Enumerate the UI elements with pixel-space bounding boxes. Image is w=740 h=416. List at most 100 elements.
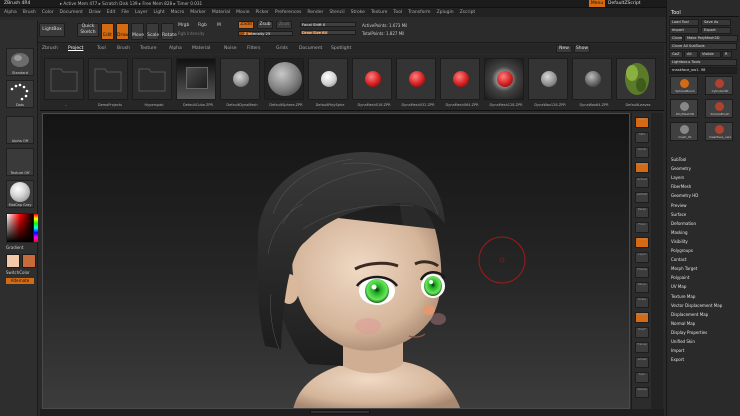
subpalette-polypaint[interactable]: Polypaint	[671, 274, 689, 281]
menu-light[interactable]: Light	[153, 8, 164, 17]
shelf-lsym-button[interactable]: Lsym	[635, 252, 649, 263]
lightbox-tab-zbrush[interactable]: Zbrush	[42, 45, 58, 53]
lightbox-tab-grids[interactable]: Grids	[276, 45, 288, 53]
subpalette-fibermesh[interactable]: FiberMesh	[671, 183, 691, 190]
quick-sketch-button[interactable]: Quick Sketch	[77, 23, 99, 37]
save-as-button[interactable]: Save As	[701, 19, 731, 26]
move-button[interactable]: Move	[131, 23, 144, 40]
menu-brush[interactable]: Brush	[23, 8, 36, 17]
edit-button[interactable]: Edit	[101, 23, 114, 40]
shelf-polyf-button[interactable]: PolyF	[635, 327, 649, 338]
lightbox-item[interactable]: DemoProjects	[88, 58, 128, 107]
hue-strip[interactable]	[34, 214, 38, 242]
menu-preferences[interactable]: Preferences	[275, 8, 301, 17]
shelf-rotate-button[interactable]: Rotate	[635, 312, 649, 323]
shelf-persp-button[interactable]: Persp	[635, 207, 649, 218]
goz-button[interactable]: GoZ	[669, 51, 683, 58]
subpalette-uv-map[interactable]: UV Map	[671, 283, 686, 290]
zadd-button[interactable]: Zadd	[238, 21, 254, 29]
lightbox-tab-filters[interactable]: Filters	[247, 45, 261, 53]
lightbox-item[interactable]: DynaMesh128.ZPR	[484, 58, 524, 107]
shelf-scale-button[interactable]: Scale	[635, 297, 649, 308]
rotate-button[interactable]: Rotate	[161, 23, 177, 40]
shelf-transp-button[interactable]: Transp	[635, 342, 649, 353]
menu-picker[interactable]: Picker	[255, 8, 268, 17]
menu-edit[interactable]: Edit	[107, 8, 116, 17]
lightbox-item[interactable]: Hyperspab	[132, 58, 172, 107]
material-selector[interactable]: MatCap Gray	[6, 180, 34, 208]
subpalette-geometry-hd[interactable]: Geometry HD	[671, 192, 698, 199]
subpalette-geometry[interactable]: Geometry	[671, 165, 691, 172]
bottom-scrollbar[interactable]	[310, 410, 370, 414]
all-button[interactable]: All	[684, 51, 698, 58]
menu-stencil[interactable]: Stencil	[329, 8, 344, 17]
menu-render[interactable]: Render	[307, 8, 323, 17]
shelf-zoom-button[interactable]: Zoom	[635, 162, 649, 173]
subpalette-unified-skin[interactable]: Unified Skin	[671, 338, 695, 345]
import-button[interactable]: Import	[669, 27, 699, 34]
lightbox-item[interactable]: DynaWax64.ZPR	[572, 58, 612, 107]
subpalette-masking[interactable]: Masking	[671, 229, 688, 236]
lightbox-item[interactable]: DynaMesh016.ZPR	[352, 58, 392, 107]
subpalette-displacement-map[interactable]: Displacement Map	[671, 311, 708, 318]
menu-macro[interactable]: Macro	[171, 8, 185, 17]
lightbox-item[interactable]: DefaultSphere.ZPR	[264, 58, 304, 107]
tool-thumbnail[interactable]: SphereBrush	[670, 76, 698, 95]
draw-button[interactable]: Draw	[116, 23, 129, 40]
lightbox-tab-material[interactable]: Material	[192, 45, 210, 53]
lightbox-item[interactable]: DynaMesh032.ZPR	[396, 58, 436, 107]
alpha-selector[interactable]: Alpha Off	[6, 116, 34, 144]
shelf-move-button[interactable]: Move	[635, 282, 649, 293]
menu-file[interactable]: File	[121, 8, 129, 17]
lightbox-tab-project[interactable]: Project	[68, 45, 83, 53]
z-intensity-slider[interactable]: Z Intensity 25	[238, 31, 293, 36]
primary-color-swatch[interactable]	[6, 254, 20, 268]
subpalette-visibility[interactable]: Visibility	[671, 238, 688, 245]
gradient-label[interactable]: Gradient	[6, 245, 23, 250]
lightbox-tab-noise[interactable]: Noise	[224, 45, 236, 53]
tool-thumbnail[interactable]: Cylinder3D	[705, 76, 733, 95]
lightbox-item[interactable]: DefaultPolySphe	[308, 58, 348, 107]
lightbox-item[interactable]: DefaultLeaves	[616, 58, 656, 107]
shelf-ghost-button[interactable]: Ghost	[635, 357, 649, 368]
clone-all-subtools-button[interactable]: Clone All SubTools	[669, 43, 737, 50]
lightbox-item[interactable]: DynaWax128.ZPR	[528, 58, 568, 107]
zcut-button[interactable]: Zcut	[276, 21, 292, 29]
menu-texture[interactable]: Texture	[371, 8, 387, 17]
subpalette-polygroups[interactable]: Polygroups	[671, 247, 693, 254]
tool-thumbnail[interactable]: SimpleBrush	[705, 99, 733, 118]
shelf-floor-button[interactable]: Floor	[635, 222, 649, 233]
lightbox-tab-alpha[interactable]: Alpha	[169, 45, 182, 53]
menu-draw[interactable]: Draw	[89, 8, 101, 17]
shelf-xpose-button[interactable]: Xpose	[635, 387, 649, 398]
zsub-button[interactable]: Zsub	[257, 21, 273, 29]
subpalette-morph-target[interactable]: Morph Target	[671, 265, 697, 272]
menu-marker[interactable]: Marker	[190, 8, 206, 17]
lightbox-new-button[interactable]: New	[556, 45, 572, 53]
visible-button[interactable]: Visible	[699, 51, 721, 58]
viewport-canvas[interactable]	[42, 113, 630, 409]
subpalette-surface[interactable]: Surface	[671, 211, 686, 218]
current-tool-slider[interactable]: maskface_ow1. 98	[669, 67, 737, 74]
shelf-spix-button[interactable]: SPix	[635, 132, 649, 143]
menu-transform[interactable]: Transform	[408, 8, 430, 17]
shelf-bpr-button[interactable]: BPR	[635, 117, 649, 128]
mrgb-toggle[interactable]: Mrgb	[178, 23, 189, 28]
lightbox-item[interactable]: DefaultDynaMesh	[220, 58, 260, 107]
make-polymesh-button[interactable]: Make PolyMesh3D	[684, 35, 738, 42]
subpalette-contact[interactable]: Contact	[671, 256, 687, 263]
switch-color-button[interactable]: SwitchColor	[6, 270, 30, 275]
menu-zscript[interactable]: Zscript	[460, 8, 476, 17]
subpalette-subtool[interactable]: SubTool	[671, 156, 686, 163]
stroke-selector[interactable]: Dots	[6, 80, 34, 108]
lightbox-tab-texture[interactable]: Texture	[140, 45, 156, 53]
r-button[interactable]: R	[722, 51, 732, 58]
subpalette-deformation[interactable]: Deformation	[671, 220, 696, 227]
lightbox-button[interactable]: LightBox	[39, 23, 65, 37]
shelf-local-button[interactable]: Local	[635, 237, 649, 248]
lightbox-tab-tool[interactable]: Tool	[97, 45, 106, 53]
menu-zplugin[interactable]: Zplugin	[437, 8, 454, 17]
shelf-actual-button[interactable]: Actual	[635, 177, 649, 188]
subpalette-normal-map[interactable]: Normal Map	[671, 320, 695, 327]
menu-movie[interactable]: Movie	[236, 8, 249, 17]
